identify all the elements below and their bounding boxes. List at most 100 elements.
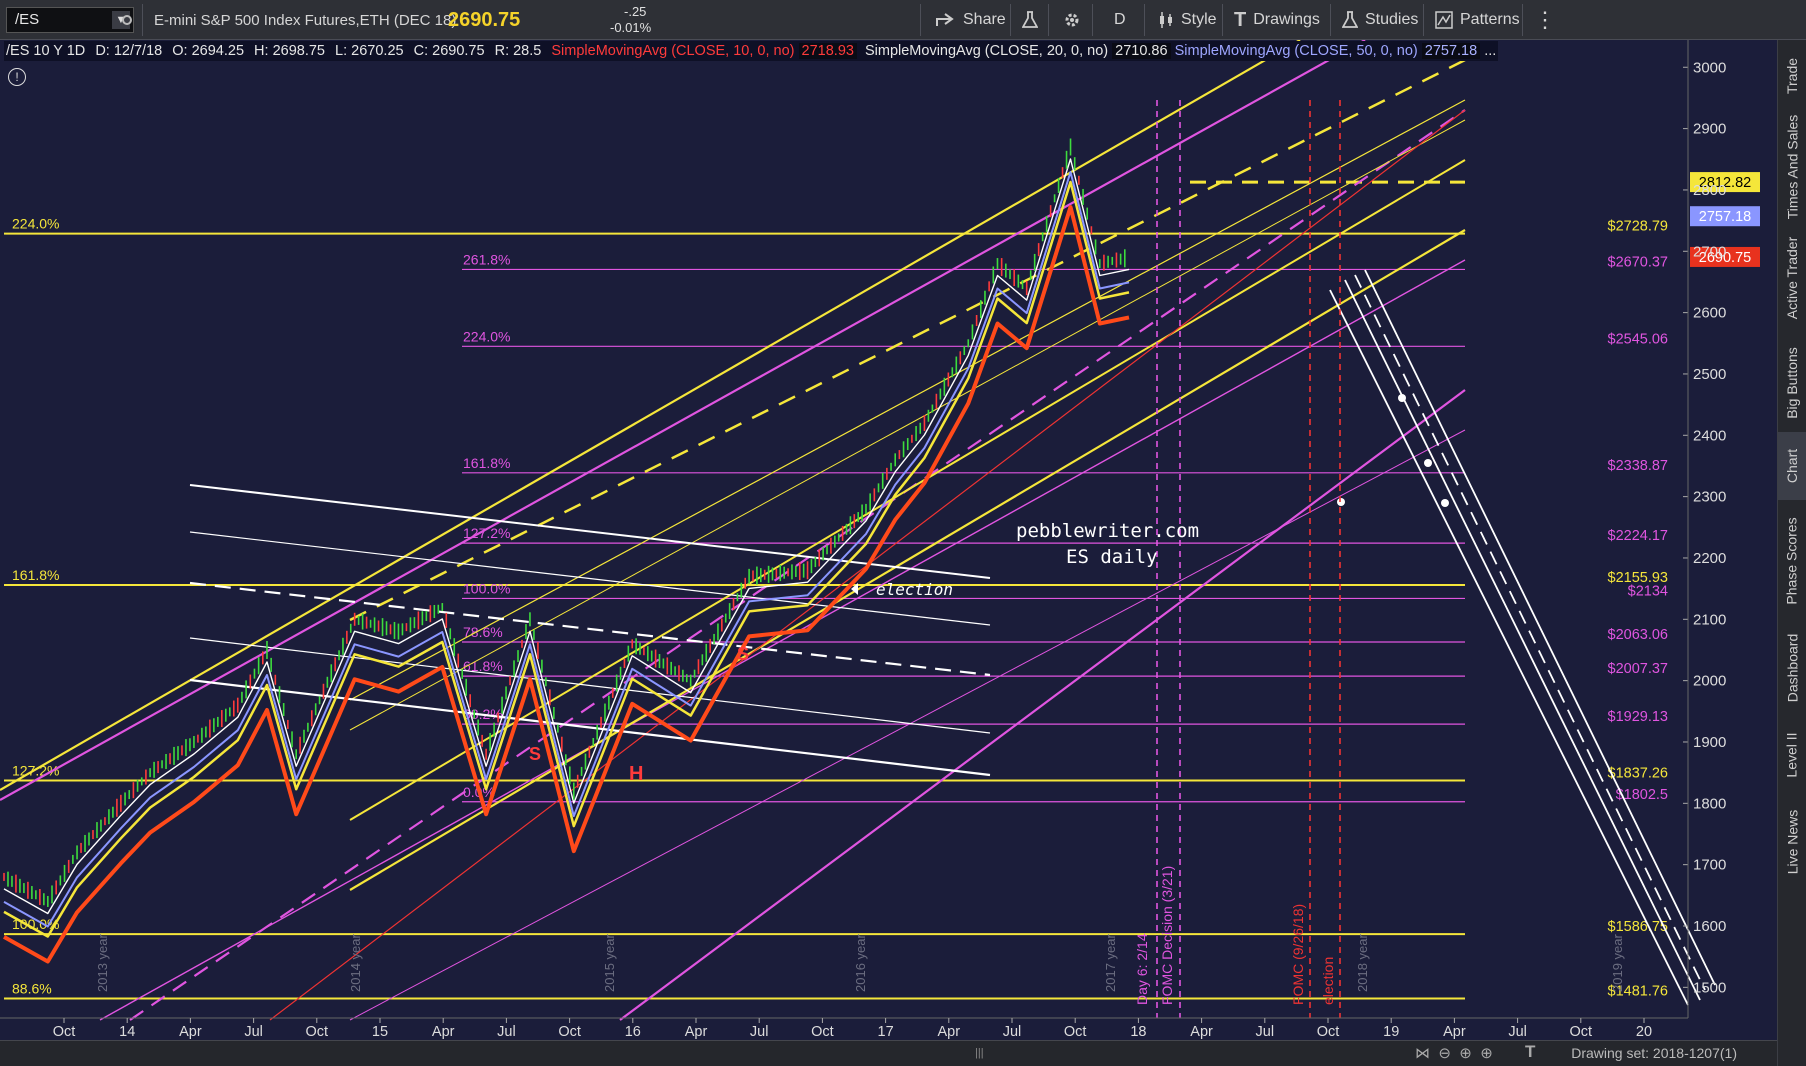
style-label: Style bbox=[1181, 11, 1217, 28]
legend-high: H: 2698.75 bbox=[254, 43, 325, 59]
zoom-controls[interactable]: ⋈ ⊖ ⊕ ⊕ bbox=[1415, 1044, 1493, 1062]
price-level-label: $2670.37 bbox=[1608, 254, 1668, 270]
x-tick-label: Jul bbox=[1256, 1024, 1275, 1040]
price-level-label: $2063.06 bbox=[1608, 627, 1668, 643]
legend-more[interactable]: ... bbox=[1484, 43, 1496, 59]
toolbar-divider bbox=[142, 4, 143, 36]
arrows-icon: ⋈ bbox=[1415, 1045, 1430, 1062]
price-level-label: $1802.5 bbox=[1616, 787, 1668, 803]
zoom-in-icon: ⊕ bbox=[1480, 1045, 1493, 1062]
share-label: Share bbox=[963, 11, 1006, 28]
x-tick-label: Oct bbox=[1570, 1024, 1593, 1040]
style-button[interactable]: Style bbox=[1158, 0, 1217, 40]
symbol-description: E-mini S&P 500 Index Futures,ETH (DEC 18… bbox=[154, 11, 457, 29]
year-label: 2016 year bbox=[853, 934, 868, 992]
text-tool-icon[interactable]: T bbox=[1525, 1042, 1535, 1062]
timeframe-button[interactable]: D bbox=[1114, 0, 1126, 40]
side-tab-label: Chart bbox=[1784, 448, 1801, 484]
side-tab-active-trader[interactable]: Active Trader bbox=[1778, 222, 1806, 334]
toolbar: /ES ▼ E-mini S&P 500 Index Futures,ETH (… bbox=[0, 0, 1806, 40]
toolbar-divider bbox=[1522, 4, 1523, 36]
fib-magenta-label: 161.8% bbox=[463, 455, 510, 471]
chart-background bbox=[0, 40, 1777, 1040]
side-tab-label: Dashboard bbox=[1784, 633, 1800, 703]
legend-sma10-value: 2718.93 bbox=[798, 43, 857, 59]
chart-legend: /ES 10 Y 1D D: 12/7/18 O: 2694.25 H: 269… bbox=[4, 41, 1499, 61]
fib-yellow-label: 224.0% bbox=[12, 216, 59, 232]
year-label: 2013 year bbox=[95, 934, 110, 992]
x-tick-label: Jul bbox=[497, 1024, 516, 1040]
x-tick-label: 15 bbox=[372, 1024, 388, 1040]
y-tick-label: 1500 bbox=[1693, 979, 1726, 996]
side-tab-dashboard[interactable]: Dashboard bbox=[1778, 622, 1806, 714]
year-label: 2018 year bbox=[1355, 934, 1370, 992]
symbol-text: /ES bbox=[15, 11, 40, 28]
toolbar-divider bbox=[1092, 4, 1093, 36]
election-label: election bbox=[876, 580, 953, 599]
marker-dot bbox=[1424, 459, 1432, 467]
share-icon bbox=[936, 13, 954, 26]
legend-sma10: SimpleMovingAvg (CLOSE, 10, 0, no) bbox=[551, 43, 795, 59]
scroll-grip-icon[interactable]: ||| bbox=[975, 1047, 985, 1059]
more-menu-icon[interactable]: ⋮ bbox=[1534, 0, 1556, 40]
price-level-label: $2728.79 bbox=[1608, 219, 1668, 235]
price-change: -.25 -0.01% bbox=[610, 4, 651, 36]
x-tick-label: Oct bbox=[558, 1024, 581, 1040]
side-tab-times-and-sales[interactable]: Times And Sales bbox=[1778, 112, 1806, 222]
side-tab-chart[interactable]: Chart bbox=[1778, 432, 1806, 500]
gear-icon[interactable] bbox=[1063, 0, 1081, 40]
y-tick-label: 2200 bbox=[1693, 550, 1726, 567]
side-tab-bar: Trade Times And Sales Active Trader Big But… bbox=[1777, 40, 1806, 1066]
x-tick-label: Apr bbox=[1190, 1024, 1213, 1040]
legend-range: R: 28.5 bbox=[494, 43, 542, 59]
side-tab-big-buttons[interactable]: Big Buttons bbox=[1778, 334, 1806, 432]
share-button[interactable]: Share bbox=[935, 0, 1006, 40]
text-tool-icon: T bbox=[1234, 8, 1247, 31]
year-label: 2015 year bbox=[602, 934, 617, 992]
price-level-label: $2338.87 bbox=[1608, 458, 1668, 474]
toolbar-divider bbox=[1144, 4, 1145, 36]
info-icon[interactable]: ! bbox=[8, 68, 26, 86]
studies-button[interactable]: Studies bbox=[1342, 0, 1418, 40]
symbol-selector[interactable]: /ES ▼ bbox=[6, 7, 134, 33]
x-tick-label: Jul bbox=[1508, 1024, 1527, 1040]
side-tab-label: Times And Sales bbox=[1784, 114, 1800, 220]
legend-sma50-value: 2757.18 bbox=[1421, 43, 1481, 59]
marker-dot bbox=[1398, 394, 1406, 402]
y-tick-label: 1900 bbox=[1693, 734, 1726, 751]
side-tab-live-news[interactable]: Live News bbox=[1778, 796, 1806, 888]
settings-gear-small-icon[interactable] bbox=[120, 0, 134, 40]
side-tab-label: Trade bbox=[1784, 57, 1800, 95]
y-tick-label: 2700 bbox=[1693, 243, 1726, 260]
year-label: 2017 year bbox=[1103, 934, 1118, 992]
flask-icon[interactable] bbox=[1022, 0, 1038, 40]
toolbar-divider bbox=[920, 4, 921, 36]
side-tab-level-ii[interactable]: Level II bbox=[1778, 714, 1806, 796]
x-tick-label: Apr bbox=[685, 1024, 708, 1040]
side-tab-trade[interactable]: Trade bbox=[1778, 40, 1806, 112]
change-percent: -0.01% bbox=[610, 20, 652, 35]
marker-dot bbox=[1441, 499, 1449, 507]
event-label-day6: Day 6: 2/14 bbox=[1134, 933, 1150, 1005]
side-tab-label: Phase Scores bbox=[1784, 517, 1801, 605]
drawing-set-label[interactable]: Drawing set: 2018-1207(1) bbox=[1571, 1045, 1737, 1061]
legend-date: D: 12/7/18 bbox=[95, 43, 163, 59]
price-chart[interactable]: $2728.79 $2670.37 $2545.06 $2338.87 $2224.17… bbox=[0, 40, 1777, 1040]
drawings-button[interactable]: T Drawings bbox=[1234, 0, 1320, 40]
price-level-label: $2545.06 bbox=[1608, 331, 1668, 347]
marker-dot bbox=[1337, 498, 1345, 506]
legend-sma50: SimpleMovingAvg (CLOSE, 50, 0, no) bbox=[1174, 43, 1418, 59]
y-tick-label: 2500 bbox=[1693, 366, 1726, 383]
timeframe-label: D bbox=[1114, 11, 1126, 28]
status-bar: ||| ⋈ ⊖ ⊕ ⊕ T Drawing set: 2018-1207(1) bbox=[0, 1040, 1777, 1066]
x-tick-label: Apr bbox=[179, 1024, 202, 1040]
side-tab-phase-scores[interactable]: Phase Scores bbox=[1778, 500, 1806, 622]
fib-yellow-label: 161.8% bbox=[12, 567, 59, 583]
x-tick-label: 18 bbox=[1130, 1024, 1146, 1040]
patterns-button[interactable]: Patterns bbox=[1435, 0, 1520, 40]
toolbar-divider bbox=[1222, 4, 1223, 36]
x-tick-label: Jul bbox=[1003, 1024, 1022, 1040]
year-label: 2019 year bbox=[1610, 934, 1625, 992]
watermark-sub: ES daily bbox=[1066, 546, 1158, 568]
y-tick-label: 2300 bbox=[1693, 489, 1726, 506]
